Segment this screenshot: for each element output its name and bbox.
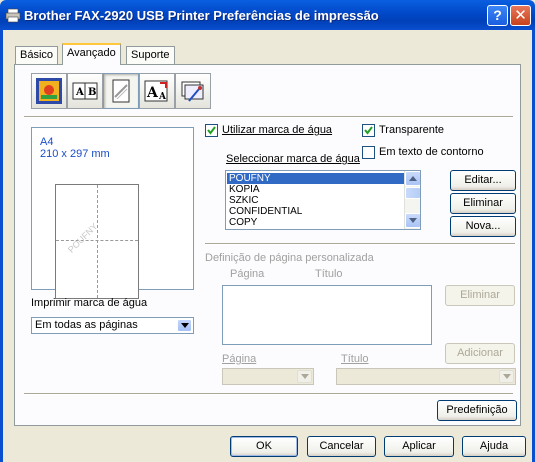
settings-icon	[181, 81, 204, 102]
delete-custom-button: Eliminar	[445, 285, 515, 306]
svg-text:B: B	[88, 87, 96, 98]
scroll-up-icon[interactable]	[405, 171, 420, 186]
print-watermark-label: Imprimir marca de água	[31, 297, 148, 309]
title-select	[336, 368, 516, 385]
help-button[interactable]: Ajuda	[462, 436, 526, 457]
watermark-icon	[112, 79, 130, 103]
scaling-button[interactable]: A A	[139, 73, 175, 109]
duplex-icon: A B	[72, 82, 98, 100]
select-watermark-label: Seleccionar marca de água	[226, 153, 360, 165]
tab-advanced-label: Avançado	[67, 47, 116, 59]
ok-button[interactable]: OK	[230, 436, 298, 457]
separator-top	[24, 116, 513, 118]
list-scrollbar[interactable]	[404, 171, 420, 229]
col-page-header: Página	[230, 268, 265, 280]
printer-icon	[5, 8, 21, 23]
settings-button[interactable]	[175, 73, 211, 109]
delete-watermark-button[interactable]: Eliminar	[450, 193, 516, 214]
window-title: Brother FAX-2920 USB Printer Preferência…	[24, 8, 379, 23]
scroll-down-icon[interactable]	[405, 213, 420, 228]
custom-page-section-label: Definição de página personalizada	[205, 252, 374, 264]
custom-page-list	[222, 285, 432, 345]
chevron-down-icon	[499, 370, 514, 383]
close-button[interactable]: ✕	[510, 5, 531, 26]
restore-defaults-button[interactable]: Predefinição	[437, 400, 517, 421]
help-title-button[interactable]: ?	[487, 5, 508, 26]
list-item[interactable]: KOPIA	[227, 184, 405, 195]
list-item[interactable]: POUFNY	[227, 173, 405, 184]
paper-size: 210 x 297 mm	[40, 148, 110, 160]
outline-text-label: Em texto de contorno	[379, 146, 484, 158]
edit-button[interactable]: Editar...	[450, 170, 516, 191]
quality-icon	[36, 78, 62, 104]
chevron-down-icon[interactable]	[177, 319, 192, 332]
preview-guide-vertical	[97, 185, 98, 298]
print-watermark-value: Em todas as páginas	[35, 319, 138, 331]
svg-text:A: A	[146, 85, 159, 101]
tab-basic[interactable]: Básico	[15, 46, 59, 64]
title-field-label: Título	[341, 353, 369, 365]
paper-name: A4	[40, 136, 54, 148]
page-field-label: Página	[222, 353, 257, 365]
svg-text:A: A	[75, 87, 84, 98]
checkmark-icon	[364, 126, 373, 135]
print-watermark-select[interactable]: Em todas as páginas	[31, 317, 194, 334]
scaling-icon: A A	[144, 80, 168, 102]
tab-advanced[interactable]: Avançado	[62, 43, 121, 65]
svg-text:A: A	[158, 92, 167, 102]
transparent-checkbox[interactable]	[362, 124, 375, 137]
add-custom-button: Adicionar	[445, 343, 515, 364]
title-bar: Brother FAX-2920 USB Printer Preferência…	[0, 0, 535, 30]
list-item[interactable]: CONFIDENTIAL	[227, 206, 405, 217]
chevron-down-icon	[297, 370, 312, 383]
scroll-thumb[interactable]	[405, 187, 420, 199]
col-title-header: Título	[315, 268, 343, 280]
preview-guide-horizontal	[56, 240, 138, 241]
list-item[interactable]: COPY	[227, 217, 405, 228]
outline-text-checkbox[interactable]	[362, 146, 375, 159]
preview-page: POUFNY	[55, 184, 139, 299]
watermark-list[interactable]: POUFNY KOPIA SZKIC CONFIDENTIAL COPY	[225, 170, 421, 230]
use-watermark-checkbox[interactable]	[205, 124, 218, 137]
separator-bottom	[24, 393, 513, 395]
use-watermark-label: Utilizar marca de água	[222, 124, 333, 136]
quality-button[interactable]	[31, 73, 67, 109]
checkmark-icon	[207, 126, 216, 135]
separator-middle	[205, 243, 515, 245]
new-watermark-button[interactable]: Nova...	[450, 216, 516, 237]
page-select	[222, 368, 314, 385]
apply-button[interactable]: Aplicar	[384, 436, 454, 457]
window-frame-left	[0, 30, 3, 462]
watermark-button[interactable]	[103, 73, 139, 109]
preview-watermark: POUFNY	[65, 221, 100, 255]
list-item[interactable]: SZKIC	[227, 195, 405, 206]
tab-support[interactable]: Suporte	[126, 46, 175, 64]
duplex-button[interactable]: A B	[67, 73, 103, 109]
cancel-button[interactable]: Cancelar	[307, 436, 376, 457]
transparent-label: Transparente	[379, 124, 445, 136]
